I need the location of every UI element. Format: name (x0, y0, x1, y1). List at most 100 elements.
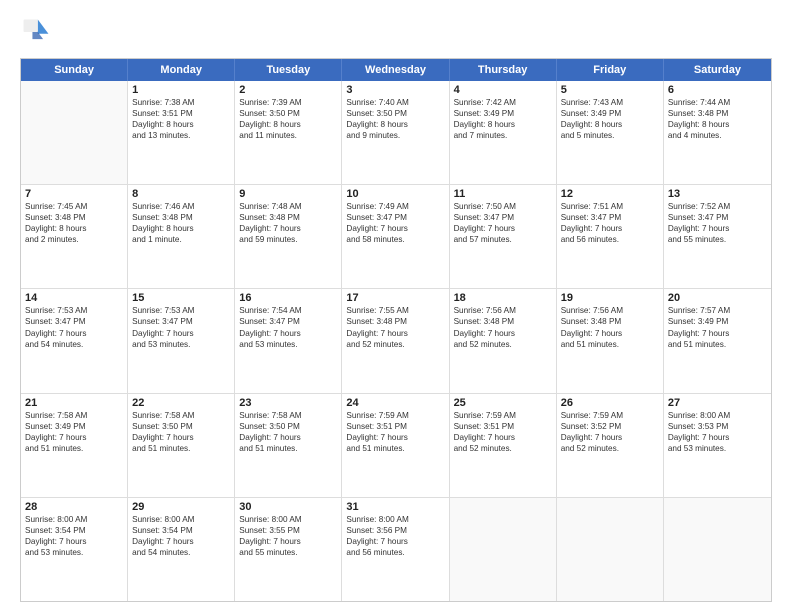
calendar-body: 1Sunrise: 7:38 AMSunset: 3:51 PMDaylight… (21, 81, 771, 601)
calendar-cell (21, 81, 128, 184)
calendar-cell: 30Sunrise: 8:00 AMSunset: 3:55 PMDayligh… (235, 498, 342, 601)
cell-line: Daylight: 7 hours (25, 328, 123, 339)
cell-line: Sunset: 3:47 PM (239, 316, 337, 327)
cell-line: Sunset: 3:47 PM (668, 212, 767, 223)
cell-line: Daylight: 8 hours (454, 119, 552, 130)
cell-line: and 52 minutes. (454, 339, 552, 350)
calendar-cell: 5Sunrise: 7:43 AMSunset: 3:49 PMDaylight… (557, 81, 664, 184)
cell-line: and 4 minutes. (668, 130, 767, 141)
cell-line: and 13 minutes. (132, 130, 230, 141)
cell-line: Daylight: 7 hours (454, 432, 552, 443)
cell-line: Daylight: 8 hours (668, 119, 767, 130)
cell-line: Sunset: 3:48 PM (561, 316, 659, 327)
calendar-cell: 2Sunrise: 7:39 AMSunset: 3:50 PMDaylight… (235, 81, 342, 184)
weekday-header: Monday (128, 59, 235, 81)
cell-line: and 53 minutes. (25, 547, 123, 558)
cell-line: Sunrise: 7:53 AM (25, 305, 123, 316)
cell-line: and 53 minutes. (668, 443, 767, 454)
day-number: 1 (132, 84, 230, 96)
calendar-cell: 4Sunrise: 7:42 AMSunset: 3:49 PMDaylight… (450, 81, 557, 184)
weekday-header: Friday (557, 59, 664, 81)
cell-line: Sunrise: 7:44 AM (668, 97, 767, 108)
cell-line: and 58 minutes. (346, 234, 444, 245)
cell-line: and 5 minutes. (561, 130, 659, 141)
calendar-week: 7Sunrise: 7:45 AMSunset: 3:48 PMDaylight… (21, 185, 771, 289)
cell-line: Sunrise: 7:43 AM (561, 97, 659, 108)
cell-line: Sunset: 3:47 PM (454, 212, 552, 223)
cell-line: Daylight: 7 hours (454, 328, 552, 339)
cell-line: and 53 minutes. (239, 339, 337, 350)
day-number: 11 (454, 188, 552, 200)
cell-line: Sunrise: 7:50 AM (454, 201, 552, 212)
cell-line: and 1 minute. (132, 234, 230, 245)
cell-line: and 51 minutes. (668, 339, 767, 350)
calendar-week: 1Sunrise: 7:38 AMSunset: 3:51 PMDaylight… (21, 81, 771, 185)
calendar-cell: 19Sunrise: 7:56 AMSunset: 3:48 PMDayligh… (557, 289, 664, 392)
day-number: 9 (239, 188, 337, 200)
cell-line: Sunrise: 7:46 AM (132, 201, 230, 212)
cell-line: Sunset: 3:48 PM (346, 316, 444, 327)
day-number: 27 (668, 397, 767, 409)
calendar-cell: 20Sunrise: 7:57 AMSunset: 3:49 PMDayligh… (664, 289, 771, 392)
cell-line: and 59 minutes. (239, 234, 337, 245)
day-number: 31 (346, 501, 444, 513)
cell-line: Sunset: 3:55 PM (239, 525, 337, 536)
cell-line: Sunrise: 8:00 AM (346, 514, 444, 525)
logo (20, 16, 56, 48)
cell-line: Sunrise: 7:54 AM (239, 305, 337, 316)
cell-line: Daylight: 8 hours (132, 119, 230, 130)
cell-line: and 53 minutes. (132, 339, 230, 350)
calendar-header: SundayMondayTuesdayWednesdayThursdayFrid… (21, 59, 771, 81)
cell-line: Sunset: 3:56 PM (346, 525, 444, 536)
cell-line: Sunrise: 7:40 AM (346, 97, 444, 108)
cell-line: Sunset: 3:47 PM (346, 212, 444, 223)
cell-line: Sunset: 3:48 PM (132, 212, 230, 223)
day-number: 29 (132, 501, 230, 513)
cell-line: Sunrise: 7:42 AM (454, 97, 552, 108)
day-number: 3 (346, 84, 444, 96)
cell-line: Daylight: 8 hours (239, 119, 337, 130)
day-number: 20 (668, 292, 767, 304)
cell-line: and 54 minutes. (132, 547, 230, 558)
cell-line: Daylight: 7 hours (132, 536, 230, 547)
cell-line: Daylight: 7 hours (346, 536, 444, 547)
calendar-cell: 27Sunrise: 8:00 AMSunset: 3:53 PMDayligh… (664, 394, 771, 497)
cell-line: Sunset: 3:49 PM (454, 108, 552, 119)
cell-line: and 52 minutes. (454, 443, 552, 454)
day-number: 21 (25, 397, 123, 409)
day-number: 25 (454, 397, 552, 409)
cell-line: Daylight: 7 hours (239, 328, 337, 339)
day-number: 14 (25, 292, 123, 304)
cell-line: Daylight: 7 hours (346, 223, 444, 234)
cell-line: Daylight: 7 hours (346, 328, 444, 339)
cell-line: Sunset: 3:53 PM (668, 421, 767, 432)
calendar-cell (557, 498, 664, 601)
cell-line: Sunrise: 7:39 AM (239, 97, 337, 108)
cell-line: Daylight: 7 hours (239, 432, 337, 443)
day-number: 6 (668, 84, 767, 96)
cell-line: Daylight: 8 hours (561, 119, 659, 130)
cell-line: Sunset: 3:48 PM (25, 212, 123, 223)
day-number: 4 (454, 84, 552, 96)
calendar-cell: 25Sunrise: 7:59 AMSunset: 3:51 PMDayligh… (450, 394, 557, 497)
cell-line: Sunrise: 7:58 AM (132, 410, 230, 421)
cell-line: Sunrise: 7:53 AM (132, 305, 230, 316)
day-number: 30 (239, 501, 337, 513)
cell-line: Daylight: 8 hours (132, 223, 230, 234)
day-number: 16 (239, 292, 337, 304)
cell-line: Daylight: 7 hours (239, 536, 337, 547)
cell-line: Sunset: 3:52 PM (561, 421, 659, 432)
cell-line: Sunset: 3:51 PM (132, 108, 230, 119)
weekday-header: Sunday (21, 59, 128, 81)
cell-line: Sunset: 3:47 PM (561, 212, 659, 223)
cell-line: Sunrise: 7:38 AM (132, 97, 230, 108)
calendar-cell: 23Sunrise: 7:58 AMSunset: 3:50 PMDayligh… (235, 394, 342, 497)
calendar-week: 21Sunrise: 7:58 AMSunset: 3:49 PMDayligh… (21, 394, 771, 498)
page: SundayMondayTuesdayWednesdayThursdayFrid… (0, 0, 792, 612)
calendar-cell: 22Sunrise: 7:58 AMSunset: 3:50 PMDayligh… (128, 394, 235, 497)
cell-line: and 54 minutes. (25, 339, 123, 350)
calendar-week: 28Sunrise: 8:00 AMSunset: 3:54 PMDayligh… (21, 498, 771, 601)
cell-line: and 57 minutes. (454, 234, 552, 245)
cell-line: Sunset: 3:51 PM (346, 421, 444, 432)
logo-icon (20, 16, 52, 48)
